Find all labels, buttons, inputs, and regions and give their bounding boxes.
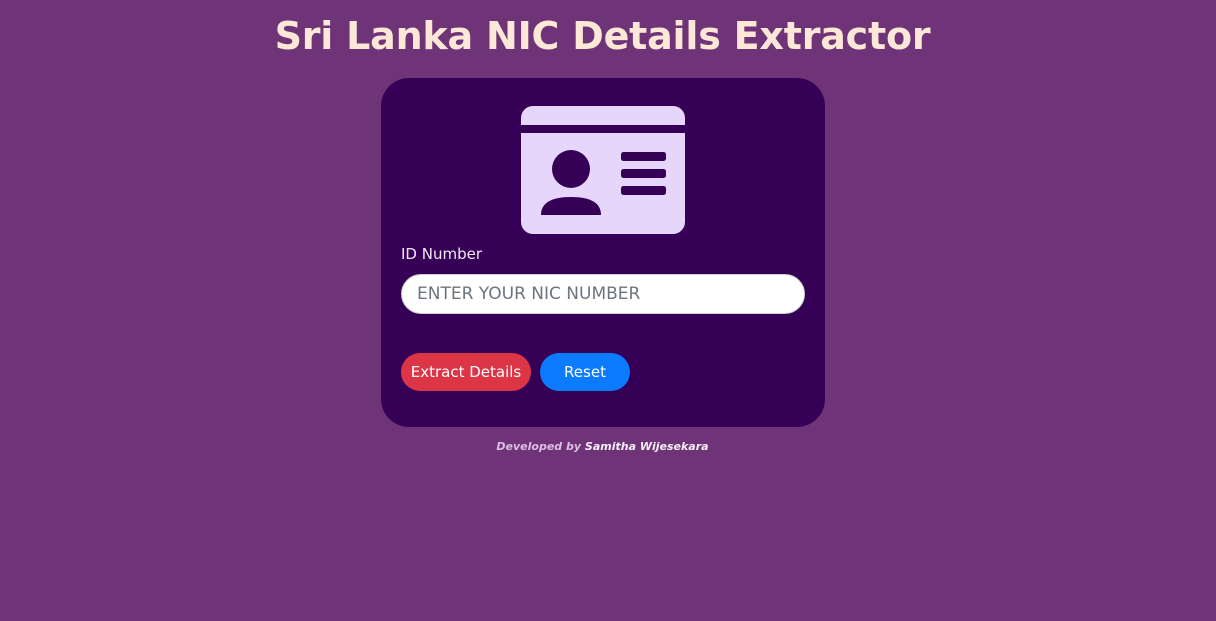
id-card-icon xyxy=(521,106,685,234)
nic-number-input[interactable] xyxy=(401,274,805,314)
footer-credit: Developed by Samitha Wijesekara xyxy=(0,440,1205,453)
extract-details-button[interactable]: Extract Details xyxy=(401,353,531,391)
footer-author: Samitha Wijesekara xyxy=(584,440,709,453)
reset-button[interactable]: Reset xyxy=(540,353,630,391)
footer-prefix: Developed by xyxy=(496,440,582,453)
page-title: Sri Lanka NIC Details Extractor xyxy=(274,14,931,58)
nic-form-card: ID Number Extract Details Reset xyxy=(381,78,825,427)
id-number-label: ID Number xyxy=(401,245,482,263)
